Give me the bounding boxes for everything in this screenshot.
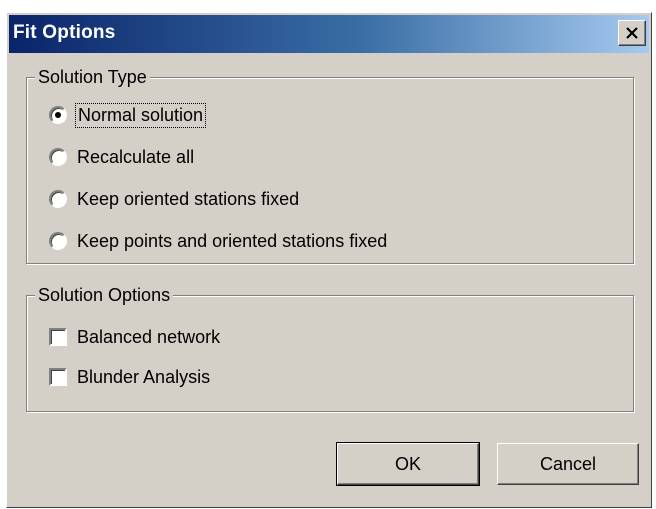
checkbox[interactable] [49, 368, 67, 386]
radio-normal-solution[interactable]: Normal solution [49, 102, 207, 128]
solution-options-group: Solution Options Balanced network Blunde… [26, 284, 634, 412]
radio-label: Normal solution [74, 102, 207, 128]
radio-button-selected[interactable] [49, 106, 67, 124]
radio-recalculate-all[interactable]: Recalculate all [49, 144, 194, 170]
radio-button[interactable] [49, 148, 67, 166]
radio-label: Recalculate all [77, 146, 195, 167]
radio-keep-oriented-stations-fixed[interactable]: Keep oriented stations fixed [49, 186, 299, 212]
solution-options-legend: Solution Options [35, 284, 174, 306]
radio-button[interactable] [49, 190, 67, 208]
cancel-button[interactable]: Cancel [497, 443, 639, 485]
checkbox-balanced-network[interactable]: Balanced network [49, 324, 220, 350]
checkbox-label: Balanced network [77, 326, 221, 347]
checkbox-blunder-analysis[interactable]: Blunder Analysis [49, 364, 210, 390]
checkbox-label: Blunder Analysis [77, 366, 211, 387]
radio-label: Keep oriented stations fixed [77, 188, 300, 209]
dialog-title: Fit Options [13, 22, 116, 43]
solution-type-legend: Solution Type [35, 66, 150, 88]
fit-options-dialog: Fit Options Solution Type Normal solutio… [6, 12, 652, 508]
ok-button[interactable]: OK [336, 442, 480, 486]
title-bar[interactable]: Fit Options [9, 15, 649, 53]
close-icon [626, 27, 638, 39]
close-button[interactable] [618, 20, 646, 46]
radio-label: Keep points and oriented stations fixed [77, 230, 388, 251]
checkbox[interactable] [49, 328, 67, 346]
radio-keep-points-and-oriented-stations-fixed[interactable]: Keep points and oriented stations fixed [49, 228, 387, 254]
solution-type-group: Solution Type Normal solution Recalculat… [26, 66, 634, 264]
radio-button[interactable] [49, 232, 67, 250]
